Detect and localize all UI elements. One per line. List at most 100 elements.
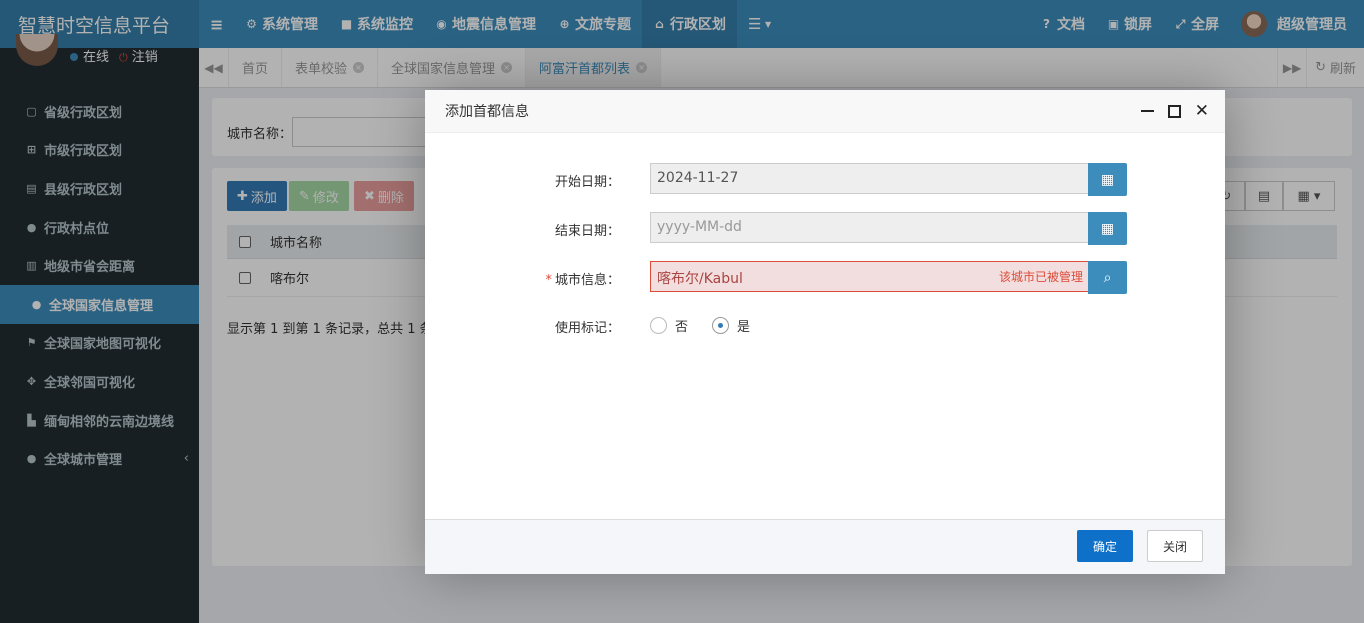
select-all-checkbox[interactable] bbox=[239, 235, 251, 248]
sidebar-item-neighbors[interactable]: ✥ 全球邻国可视化 bbox=[0, 362, 199, 401]
status-online-label: 在线 bbox=[83, 50, 110, 65]
tab-global-country[interactable]: 全球国家信息管理 × bbox=[378, 48, 527, 87]
city-info-input[interactable]: 喀布尔/Kabul 该城市已被管理 bbox=[650, 261, 1089, 292]
end-date-label: 结束日期： bbox=[554, 224, 620, 239]
nav-label: 系统管理 bbox=[262, 17, 318, 33]
close-icon[interactable]: × bbox=[353, 62, 365, 73]
nav-label: 行政区划 bbox=[670, 17, 726, 33]
minimize-icon[interactable] bbox=[1140, 110, 1154, 112]
radio-yes-label: 是 bbox=[737, 320, 751, 335]
city-info-row: * 城市信息： 喀布尔/Kabul 该城市已被管理 ⌕ bbox=[425, 261, 1225, 294]
nav-culture-tourism[interactable]: ⊕ 文旅专题 bbox=[547, 0, 642, 48]
start-date-picker-button[interactable]: ▦ bbox=[1088, 163, 1127, 196]
nav-label: 文旅专题 bbox=[575, 17, 631, 33]
sitemap-icon: ⊞ bbox=[26, 143, 37, 157]
tabs-scroll-left-button[interactable]: ◀◀ bbox=[199, 48, 229, 87]
arrows-icon: ✥ bbox=[26, 374, 37, 388]
tab-afghanistan-capital[interactable]: 阿富汗首都列表 × bbox=[526, 48, 662, 87]
end-date-picker-button[interactable]: ▦ bbox=[1088, 212, 1127, 245]
top-nav: ≡ ⚙ 系统管理 ■ 系统监控 ◉ 地震信息管理 ⊕ 文旅专题 ⌂ 行政区划 ☰… bbox=[199, 0, 1364, 48]
user-panel: 在线 ⏻ 注销 bbox=[0, 34, 199, 92]
sidebar-item-border[interactable]: ▙ 缅甸相邻的云南边境线 bbox=[0, 401, 199, 440]
sidebar-item-label: 县级行政区划 bbox=[44, 182, 123, 198]
top-nav-right: ? 文档 ▣ 锁屏 ⤢ 全屏 超级管理员 bbox=[1029, 0, 1364, 48]
tabs-right: ▶▶ ↻ 刷新 bbox=[1277, 48, 1364, 87]
sidebar-item-global-city[interactable]: ● 全球城市管理 ‹ bbox=[0, 439, 199, 478]
city-search-button[interactable]: ⌕ bbox=[1088, 261, 1127, 294]
edit-button[interactable]: ✎ 修改 bbox=[289, 181, 349, 211]
refresh-button[interactable]: ↻ 刷新 bbox=[1307, 48, 1364, 87]
dialog-header: 添加首都信息 ✕ bbox=[425, 90, 1225, 133]
sidebar-item-city[interactable]: ⊞ 市级行政区划 bbox=[0, 131, 199, 170]
tab-form-validation[interactable]: 表单校验 × bbox=[282, 48, 379, 87]
close-icon[interactable]: × bbox=[501, 62, 513, 73]
sidebar-item-label: 缅甸相邻的云南边境线 bbox=[44, 414, 175, 430]
radio-yes[interactable] bbox=[712, 317, 730, 334]
start-date-input[interactable]: 2024-11-27 bbox=[650, 163, 1089, 194]
toggle-view-button[interactable]: ▤ bbox=[1245, 181, 1283, 211]
close-icon[interactable]: ✕ bbox=[1195, 102, 1209, 120]
map-marker-icon: ● bbox=[26, 220, 37, 234]
edit-icon: ✎ bbox=[299, 188, 310, 204]
add-capital-dialog: 添加首都信息 ✕ 开始日期： 2024-11-27 ▦ 结束日期： yyyy-M… bbox=[425, 90, 1225, 574]
end-date-input[interactable]: yyyy-MM-dd bbox=[650, 212, 1089, 243]
radio-no[interactable] bbox=[650, 317, 667, 334]
close-button[interactable]: 关闭 bbox=[1147, 530, 1203, 562]
flag-icon: ⚑ bbox=[26, 336, 37, 350]
logout-label: 注销 bbox=[131, 50, 158, 65]
tab-label: 全球国家信息管理 bbox=[391, 62, 496, 77]
globe-icon: ● bbox=[26, 452, 37, 466]
logout-link[interactable]: ⏻ 注销 bbox=[119, 46, 158, 65]
sidebar-item-global-country[interactable]: ● 全球国家信息管理 bbox=[0, 284, 199, 324]
sidebar-item-county[interactable]: ▤ 县级行政区划 bbox=[0, 169, 199, 208]
nav-lock-screen[interactable]: ▣ 锁屏 bbox=[1096, 0, 1163, 48]
bar-chart-icon: ▥ bbox=[26, 259, 37, 273]
sidebar-item-label: 全球城市管理 bbox=[44, 453, 123, 469]
map-pin-icon: ◉ bbox=[436, 17, 447, 31]
refresh-icon: ↻ bbox=[1315, 60, 1326, 75]
online-dot-icon bbox=[70, 53, 78, 61]
sidebar-item-label: 行政村点位 bbox=[44, 221, 110, 237]
sidebar-toggle-button[interactable]: ≡ bbox=[199, 0, 234, 48]
tabs-scroll-right-button[interactable]: ▶▶ bbox=[1277, 48, 1308, 87]
expand-icon: ⤢ bbox=[1175, 16, 1186, 31]
user-name: 超级管理员 bbox=[1277, 17, 1347, 33]
sidebar-item-label: 地级市省会距离 bbox=[44, 260, 136, 276]
row-checkbox[interactable] bbox=[239, 271, 251, 284]
columns-button[interactable]: ▦ ▾ bbox=[1283, 181, 1335, 211]
confirm-button[interactable]: 确定 bbox=[1077, 530, 1133, 562]
delete-label: 删除 bbox=[377, 190, 404, 206]
add-button[interactable]: ✚ 添加 bbox=[227, 181, 287, 211]
plus-icon: ✚ bbox=[237, 188, 248, 204]
nav-administrative-division[interactable]: ⌂ 行政区划 bbox=[642, 0, 737, 48]
user-menu[interactable]: 超级管理员 bbox=[1230, 0, 1358, 48]
nav-system-monitor[interactable]: ■ 系统监控 bbox=[329, 0, 424, 48]
sidebar-item-province[interactable]: ▢ 省级行政区划 bbox=[0, 92, 199, 131]
forward-icon: ▶▶ bbox=[1282, 60, 1302, 75]
city-info-label: * 城市信息： bbox=[545, 269, 620, 288]
question-icon: ? bbox=[1043, 17, 1050, 31]
dialog-controls: ✕ bbox=[1140, 102, 1225, 120]
tab-label: 表单校验 bbox=[295, 62, 348, 77]
nav-fullscreen[interactable]: ⤢ 全屏 bbox=[1163, 0, 1230, 48]
tab-home[interactable]: 首页 bbox=[229, 48, 283, 87]
avatar bbox=[16, 34, 58, 66]
delete-button[interactable]: ✖ 删除 bbox=[354, 181, 414, 211]
nav-system-management[interactable]: ⚙ 系统管理 bbox=[234, 0, 329, 48]
sidebar-item-village[interactable]: ● 行政村点位 bbox=[0, 208, 199, 247]
sidebar-menu: ▢ 省级行政区划 ⊞ 市级行政区划 ▤ 县级行政区划 ● 行政村点位 ▥ 地级市省会距离 … bbox=[0, 92, 199, 478]
nav-docs[interactable]: ? 文档 bbox=[1029, 0, 1096, 48]
sidebar-item-distance[interactable]: ▥ 地级市省会距离 bbox=[0, 246, 199, 285]
close-icon[interactable]: × bbox=[636, 62, 648, 73]
nav-label: 全屏 bbox=[1191, 17, 1219, 33]
pagination-summary: 显示第 1 到第 1 条记录，总共 1 条 bbox=[227, 322, 433, 337]
tabs-bar: ◀◀ 首页 表单校验 × 全球国家信息管理 × 阿富汗首都列表 × ▶▶ ↻ 刷新 bbox=[199, 48, 1364, 88]
globe-icon: ⊕ bbox=[559, 17, 570, 31]
maximize-icon[interactable] bbox=[1167, 104, 1181, 118]
nav-more-dropdown[interactable]: ☰ ▼ bbox=[737, 0, 782, 48]
sidebar-item-country-map[interactable]: ⚑ 全球国家地图可视化 bbox=[0, 324, 199, 363]
caret-down-icon: ▼ bbox=[765, 19, 772, 29]
globe-icon: ● bbox=[31, 297, 42, 311]
nav-earthquake-info[interactable]: ◉ 地震信息管理 bbox=[424, 0, 547, 48]
sidebar-item-label: 市级行政区划 bbox=[44, 144, 123, 160]
